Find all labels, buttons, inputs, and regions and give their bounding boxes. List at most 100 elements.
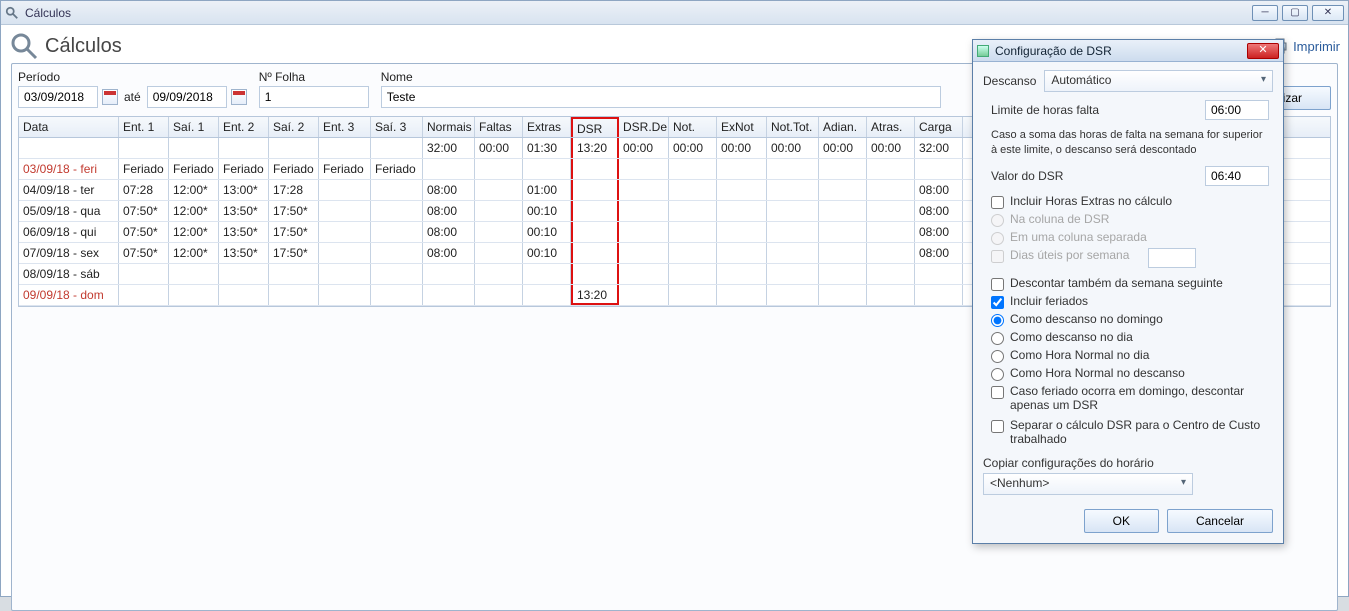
cancel-button[interactable]: Cancelar: [1167, 509, 1273, 533]
chk-caso-feriado-domingo[interactable]: Caso feriado ocorra em domingo, desconta…: [991, 384, 1269, 412]
col-normais[interactable]: Normais: [423, 117, 475, 137]
cell[interactable]: 08:00: [423, 180, 475, 200]
col-adian[interactable]: Adian.: [819, 117, 867, 137]
descanso-select[interactable]: Automático: [1044, 70, 1273, 92]
cell[interactable]: 00:10: [523, 201, 571, 221]
dialog-close-button[interactable]: ✕: [1247, 43, 1279, 59]
cell[interactable]: 07:50*: [119, 201, 169, 221]
cell[interactable]: [669, 243, 717, 263]
cell[interactable]: 12:00*: [169, 180, 219, 200]
cell[interactable]: [475, 264, 523, 284]
cell[interactable]: 12:00*: [169, 201, 219, 221]
cell[interactable]: 08:00: [423, 201, 475, 221]
cell[interactable]: [475, 222, 523, 242]
cell[interactable]: [819, 285, 867, 305]
cell[interactable]: 09/09/18 - dom: [19, 285, 119, 305]
col-atras[interactable]: Atras.: [867, 117, 915, 137]
cell[interactable]: [819, 264, 867, 284]
cell[interactable]: [767, 264, 819, 284]
cell[interactable]: 32:00: [423, 138, 475, 158]
cell[interactable]: [819, 222, 867, 242]
cell[interactable]: 17:50*: [269, 201, 319, 221]
col-extras[interactable]: Extras: [523, 117, 571, 137]
window-titlebar[interactable]: Cálculos ─ ▢ ✕: [1, 1, 1348, 25]
calendar-icon[interactable]: [102, 89, 118, 105]
cell[interactable]: [371, 180, 423, 200]
cell[interactable]: [767, 222, 819, 242]
cell[interactable]: [219, 285, 269, 305]
cell[interactable]: 00:00: [819, 138, 867, 158]
cell[interactable]: [169, 138, 219, 158]
cell[interactable]: [819, 159, 867, 179]
cell[interactable]: [819, 180, 867, 200]
cell[interactable]: 13:20: [571, 138, 619, 158]
radio-feriado-dia[interactable]: Como descanso no dia: [991, 330, 1269, 345]
cell[interactable]: [371, 138, 423, 158]
minimize-button[interactable]: ─: [1252, 5, 1278, 21]
cell[interactable]: [767, 201, 819, 221]
cell[interactable]: [819, 243, 867, 263]
cell[interactable]: [119, 285, 169, 305]
cell[interactable]: [19, 138, 119, 158]
periodo-inicio-input[interactable]: [18, 86, 98, 108]
cell[interactable]: [717, 180, 767, 200]
cell[interactable]: [717, 159, 767, 179]
cell[interactable]: [867, 264, 915, 284]
cell[interactable]: 08:00: [423, 243, 475, 263]
col-dsr[interactable]: DSR: [571, 117, 619, 137]
calendar-icon[interactable]: [231, 89, 247, 105]
dialog-titlebar[interactable]: Configuração de DSR ✕: [973, 40, 1283, 62]
cell[interactable]: [119, 264, 169, 284]
radio-feriado-hora-descanso[interactable]: Como Hora Normal no descanso: [991, 366, 1269, 381]
cell[interactable]: [669, 285, 717, 305]
cell[interactable]: [669, 222, 717, 242]
cell[interactable]: [767, 180, 819, 200]
cell[interactable]: Feriado: [219, 159, 269, 179]
col-data[interactable]: Data: [19, 117, 119, 137]
cell[interactable]: [717, 285, 767, 305]
cell[interactable]: [867, 285, 915, 305]
cell[interactable]: [475, 201, 523, 221]
cell[interactable]: [523, 159, 571, 179]
cell[interactable]: [669, 159, 717, 179]
cell[interactable]: 08:00: [915, 201, 963, 221]
col-carga[interactable]: Carga: [915, 117, 963, 137]
cell[interactable]: 00:10: [523, 243, 571, 263]
cell[interactable]: 32:00: [915, 138, 963, 158]
cell[interactable]: 00:00: [767, 138, 819, 158]
cell[interactable]: [319, 264, 371, 284]
cell[interactable]: [475, 159, 523, 179]
cell[interactable]: [169, 264, 219, 284]
cell[interactable]: 13:50*: [219, 222, 269, 242]
col-sai1[interactable]: Saí. 1: [169, 117, 219, 137]
cell[interactable]: [371, 264, 423, 284]
cell[interactable]: 08:00: [423, 222, 475, 242]
chk-incluir-extras[interactable]: Incluir Horas Extras no cálculo: [991, 194, 1269, 209]
col-not[interactable]: Not.: [669, 117, 717, 137]
radio-feriado-hora-dia[interactable]: Como Hora Normal no dia: [991, 348, 1269, 363]
nome-input[interactable]: [381, 86, 941, 108]
col-faltas[interactable]: Faltas: [475, 117, 523, 137]
cell[interactable]: [523, 264, 571, 284]
cell[interactable]: 17:28: [269, 180, 319, 200]
cell[interactable]: [915, 285, 963, 305]
col-ent2[interactable]: Ent. 2: [219, 117, 269, 137]
cell[interactable]: 07/09/18 - sex: [19, 243, 119, 263]
copiar-select[interactable]: <Nenhum>: [983, 473, 1193, 495]
cell[interactable]: [269, 138, 319, 158]
cell[interactable]: [423, 285, 475, 305]
cell[interactable]: 08/09/18 - sáb: [19, 264, 119, 284]
cell[interactable]: [767, 159, 819, 179]
cell[interactable]: 08:00: [915, 180, 963, 200]
cell[interactable]: 05/09/18 - qua: [19, 201, 119, 221]
cell[interactable]: Feriado: [169, 159, 219, 179]
cell[interactable]: [371, 243, 423, 263]
cell[interactable]: [619, 180, 669, 200]
cell[interactable]: 13:50*: [219, 243, 269, 263]
cell[interactable]: [669, 201, 717, 221]
cell[interactable]: [319, 285, 371, 305]
cell[interactable]: [423, 264, 475, 284]
limite-input[interactable]: [1205, 100, 1269, 120]
col-exnot[interactable]: ExNot: [717, 117, 767, 137]
cell[interactable]: 08:00: [915, 243, 963, 263]
